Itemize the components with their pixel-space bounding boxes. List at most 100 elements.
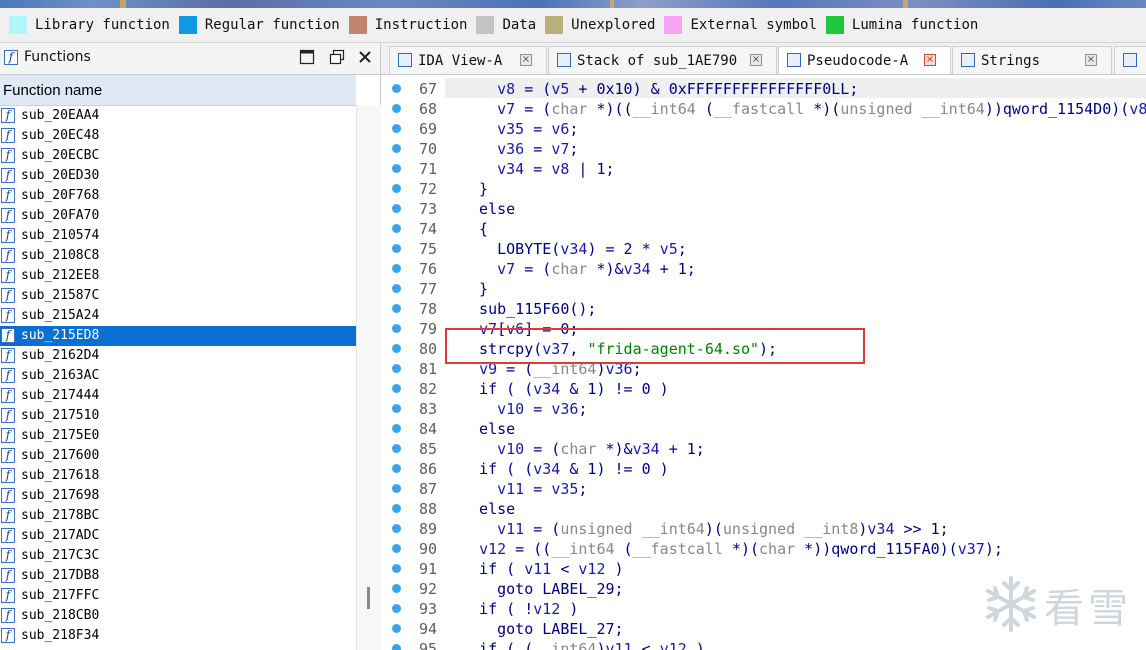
breakpoint-dot-icon[interactable] xyxy=(392,144,401,153)
code-line[interactable]: 71 v34 = v8 | 1; xyxy=(381,158,1146,178)
breakpoint-dot-icon[interactable] xyxy=(392,604,401,613)
navigation-band[interactable] xyxy=(0,0,1146,8)
legend-item: Unexplored xyxy=(545,8,655,42)
tab-overflow[interactable] xyxy=(1114,46,1146,74)
function-list-item[interactable]: f sub_217FFC xyxy=(0,586,356,606)
code-line[interactable]: 69 v35 = v6; xyxy=(381,118,1146,138)
code-line[interactable]: 68 v7 = (char *)((__int64 (__fastcall *)… xyxy=(381,98,1146,118)
code-line[interactable]: 83 v10 = v36; xyxy=(381,398,1146,418)
code-line[interactable]: 90 v12 = ((__int64 (__fastcall *)(char *… xyxy=(381,538,1146,558)
breakpoint-dot-icon[interactable] xyxy=(392,184,401,193)
breakpoint-dot-icon[interactable] xyxy=(392,224,401,233)
code-line[interactable]: 88 else xyxy=(381,498,1146,518)
tab-stack-of-sub-1ae790[interactable]: Stack of sub_1AE790 × xyxy=(548,46,777,74)
code-line[interactable]: 77 } xyxy=(381,278,1146,298)
breakpoint-dot-icon[interactable] xyxy=(392,404,401,413)
function-list-item[interactable]: f sub_217444 xyxy=(0,386,356,406)
function-list-item[interactable]: f sub_20F768 xyxy=(0,186,356,206)
function-list-item[interactable]: f sub_2178BC xyxy=(0,506,356,526)
function-list-item[interactable]: f sub_217DB8 xyxy=(0,566,356,586)
breakpoint-dot-icon[interactable] xyxy=(392,524,401,533)
breakpoint-dot-icon[interactable] xyxy=(392,304,401,313)
function-list-item[interactable]: f sub_217C3C xyxy=(0,546,356,566)
breakpoint-dot-icon[interactable] xyxy=(392,284,401,293)
code-line[interactable]: 85 v10 = (char *)&v34 + 1; xyxy=(381,438,1146,458)
minimize-icon[interactable] xyxy=(299,49,315,65)
code-line[interactable]: 87 v11 = v35; xyxy=(381,478,1146,498)
breakpoint-dot-icon[interactable] xyxy=(392,444,401,453)
close-icon[interactable] xyxy=(357,49,373,65)
code-line[interactable]: 76 v7 = (char *)&v34 + 1; xyxy=(381,258,1146,278)
code-line[interactable]: 86 if ( (v34 & 1) != 0 ) xyxy=(381,458,1146,478)
scrollbar-thumb[interactable] xyxy=(367,587,370,609)
breakpoint-dot-icon[interactable] xyxy=(392,104,401,113)
function-name: sub_215ED8 xyxy=(21,328,100,343)
code-line[interactable]: 74 { xyxy=(381,218,1146,238)
code-line[interactable]: 89 v11 = (unsigned __int64)(unsigned __i… xyxy=(381,518,1146,538)
breakpoint-dot-icon[interactable] xyxy=(392,204,401,213)
breakpoint-dot-icon[interactable] xyxy=(392,644,401,650)
function-list-item[interactable]: f sub_2162D4 xyxy=(0,346,356,366)
breakpoint-dot-icon[interactable] xyxy=(392,384,401,393)
breakpoint-dot-icon[interactable] xyxy=(392,244,401,253)
function-list-item[interactable]: f sub_215A24 xyxy=(0,306,356,326)
breakpoint-dot-icon[interactable] xyxy=(392,124,401,133)
breakpoint-dot-icon[interactable] xyxy=(392,464,401,473)
breakpoint-dot-icon[interactable] xyxy=(392,584,401,593)
breakpoint-dot-icon[interactable] xyxy=(392,364,401,373)
function-list-item[interactable]: f sub_217618 xyxy=(0,466,356,486)
breakpoint-dot-icon[interactable] xyxy=(392,484,401,493)
tab-pseudocode-a[interactable]: Pseudocode-A × xyxy=(778,46,951,74)
breakpoint-dot-icon[interactable] xyxy=(392,504,401,513)
function-list-item[interactable]: f sub_217698 xyxy=(0,486,356,506)
tab-close-icon[interactable]: × xyxy=(520,54,532,66)
breakpoint-dot-icon[interactable] xyxy=(392,344,401,353)
column-header-function-name[interactable]: Function name xyxy=(0,75,356,106)
code-line[interactable]: 75 LOBYTE(v34) = 2 * v5; xyxy=(381,238,1146,258)
tab-close-icon[interactable]: × xyxy=(924,54,936,66)
function-list-item[interactable]: f sub_218CB0 xyxy=(0,606,356,626)
breakpoint-dot-icon[interactable] xyxy=(392,264,401,273)
function-list-item[interactable]: f sub_20ECBC xyxy=(0,146,356,166)
breakpoint-dot-icon[interactable] xyxy=(392,84,401,93)
code-line[interactable]: 70 v36 = v7; xyxy=(381,138,1146,158)
breakpoint-dot-icon[interactable] xyxy=(392,564,401,573)
breakpoint-dot-icon[interactable] xyxy=(392,624,401,633)
breakpoint-dot-icon[interactable] xyxy=(392,544,401,553)
function-list-item[interactable]: f sub_217ADC xyxy=(0,526,356,546)
function-list-item[interactable]: f sub_2163AC xyxy=(0,366,356,386)
function-list-item[interactable]: f sub_20ED30 xyxy=(0,166,356,186)
function-name: sub_20ECBC xyxy=(21,148,100,163)
function-icon: f xyxy=(1,108,15,123)
code-line[interactable]: 67 v8 = (v5 + 0x10) & 0xFFFFFFFFFFFFFFF0… xyxy=(381,78,1146,98)
function-list-item[interactable]: f sub_215ED8 xyxy=(0,326,356,346)
function-list-item[interactable]: f sub_2175E0 xyxy=(0,426,356,446)
code-line[interactable]: 78 sub_115F60(); xyxy=(381,298,1146,318)
code-line[interactable]: 95 if ( (__int64)v11 < v12 ) xyxy=(381,638,1146,650)
function-list-item[interactable]: f sub_20EAA4 xyxy=(0,106,356,126)
function-list-item[interactable]: f sub_210574 xyxy=(0,226,356,246)
breakpoint-dot-icon[interactable] xyxy=(392,324,401,333)
function-list-item[interactable]: f sub_20FA70 xyxy=(0,206,356,226)
float-window-icon[interactable] xyxy=(329,49,345,65)
function-list-item[interactable]: f sub_218F34 xyxy=(0,626,356,646)
function-list-item[interactable]: f sub_21587C xyxy=(0,286,356,306)
code-line[interactable]: 82 if ( (v34 & 1) != 0 ) xyxy=(381,378,1146,398)
code-line[interactable]: 84 else xyxy=(381,418,1146,438)
function-list-item[interactable]: f sub_212EE8 xyxy=(0,266,356,286)
breakpoint-dot-icon[interactable] xyxy=(392,424,401,433)
function-list-scrollbar[interactable] xyxy=(356,105,381,650)
function-icon: f xyxy=(1,128,15,143)
code-line[interactable]: 72 } xyxy=(381,178,1146,198)
breakpoint-dot-icon[interactable] xyxy=(392,164,401,173)
function-list-item[interactable]: f sub_217600 xyxy=(0,446,356,466)
function-list-item[interactable]: f sub_217510 xyxy=(0,406,356,426)
function-list[interactable]: f sub_20EAA4 f sub_20EC48 f sub_20ECBC f sub_20… xyxy=(0,106,356,646)
tab-close-icon[interactable]: × xyxy=(750,54,762,66)
tab-strings[interactable]: Strings × xyxy=(952,46,1112,74)
code-line[interactable]: 73 else xyxy=(381,198,1146,218)
function-list-item[interactable]: f sub_20EC48 xyxy=(0,126,356,146)
tab-close-icon[interactable]: × xyxy=(1085,54,1097,66)
tab-ida-view-a[interactable]: IDA View-A × xyxy=(389,46,547,74)
function-list-item[interactable]: f sub_2108C8 xyxy=(0,246,356,266)
